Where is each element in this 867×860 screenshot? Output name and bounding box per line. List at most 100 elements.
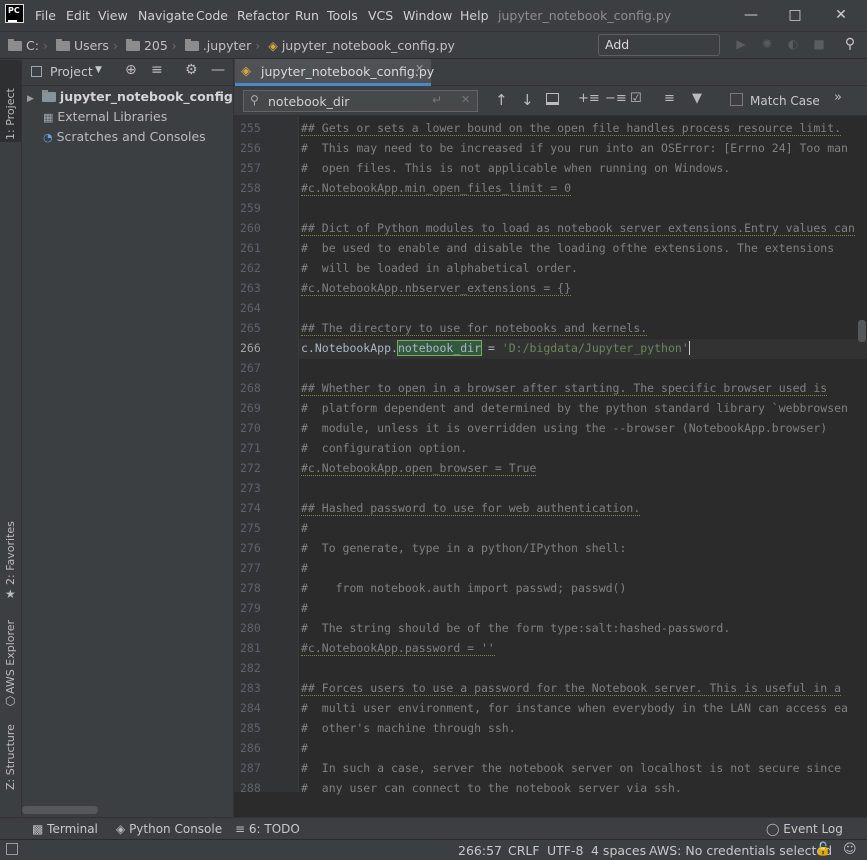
match-case-label: Match Case <box>750 94 820 108</box>
menu-refactor[interactable]: Refactor <box>237 8 289 23</box>
editor-tab-config[interactable]: ◈ jupyter_notebook_config.py ✕ <box>235 59 434 86</box>
code-line: # platform dependent and determined by t… <box>301 401 848 415</box>
open-in-window-icon[interactable] <box>546 93 559 105</box>
code-line: #c.NotebookApp.password = '' <box>301 641 495 656</box>
code-line: #c.NotebookApp.min_open_files_limit = 0 <box>301 181 572 196</box>
coverage-icon[interactable]: ◐ <box>786 37 800 51</box>
expand-arrow-icon[interactable]: ▶ <box>27 94 34 104</box>
breadcrumb-users[interactable]: Users <box>55 38 109 53</box>
project-horizontal-scrollbar[interactable] <box>22 806 98 814</box>
tool-windows-icon[interactable] <box>6 843 18 855</box>
editor-vertical-scrollbar[interactable] <box>855 116 867 792</box>
code-line: # <box>301 521 308 535</box>
add-configuration-button[interactable]: Add Configuration... <box>598 34 720 72</box>
tab-aws-explorer[interactable]: AWS Explorer <box>4 620 17 694</box>
code-line: # will be loaded in alphabetical order. <box>301 261 578 275</box>
todo-icon: ≡ <box>235 822 246 836</box>
menu-run[interactable]: Run <box>295 8 319 23</box>
select-all-occurrences-icon[interactable]: ☑ <box>630 91 642 106</box>
lock-icon[interactable]: 🔓 <box>815 842 831 857</box>
file-encoding[interactable]: UTF-8 <box>547 843 583 858</box>
aws-credentials[interactable]: AWS: No credentials selected <box>649 843 832 858</box>
code-line-text: ## Whether to open in a browser after st… <box>301 381 828 396</box>
add-selection-icon[interactable]: +≡ <box>578 91 600 106</box>
code-line: ## Gets or sets a lower bound on the ope… <box>301 121 842 136</box>
minimize-button[interactable]: — <box>740 6 762 24</box>
tree-item-label: Scratches and Consoles <box>56 129 206 144</box>
breadcrumb-file[interactable]: ◈ jupyter_notebook_config.py <box>268 38 455 53</box>
line-number: 263 <box>240 281 261 295</box>
chevron-right-icon: › <box>112 38 118 53</box>
filter-icon[interactable]: ▼ <box>692 91 702 106</box>
tree-item-external-libraries[interactable]: ▦ External Libraries <box>43 109 167 124</box>
tab-todo[interactable]: ≡ 6: TODO <box>235 822 300 836</box>
tab-favorites[interactable]: 2: Favorites <box>4 521 17 585</box>
search-icon: ⚲ <box>250 93 259 107</box>
tree-item-scratches[interactable]: ◔ Scratches and Consoles <box>43 129 206 144</box>
line-number: 282 <box>240 661 261 675</box>
scroll-thumb[interactable] <box>858 320 866 342</box>
menu-help[interactable]: Help <box>460 8 489 23</box>
line-number: 257 <box>240 161 261 175</box>
menu-tools[interactable]: Tools <box>327 8 358 23</box>
menu-window[interactable]: Window <box>403 8 452 23</box>
project-view-selector[interactable]: Project <box>50 64 93 79</box>
line-separator[interactable]: CRLF <box>508 843 540 858</box>
tab-structure[interactable]: Z: Structure <box>4 724 17 790</box>
folder-icon <box>8 39 22 51</box>
status-bar: 266:57 CRLF UTF-8 4 spaces AWS: No crede… <box>0 839 867 860</box>
star-icon: ★ <box>5 587 16 601</box>
previous-occurrence-icon[interactable]: ↑ <box>495 91 508 109</box>
collapse-all-icon[interactable]: ≡ <box>151 62 163 78</box>
breadcrumb-c[interactable]: C: <box>8 38 39 53</box>
breadcrumb-label: .jupyter <box>202 38 252 53</box>
close-window-button[interactable]: ✕ <box>830 6 852 24</box>
menu-vcs[interactable]: VCS <box>368 8 393 23</box>
more-options-icon[interactable]: » <box>834 90 842 105</box>
menu-navigate[interactable]: Navigate <box>138 8 194 23</box>
new-line-icon[interactable]: ↵ <box>432 93 442 107</box>
indent-setting[interactable]: 4 spaces <box>591 843 646 858</box>
run-icon[interactable]: ▶ <box>734 37 748 51</box>
maximize-button[interactable]: □ <box>784 6 806 24</box>
hide-panel-icon[interactable]: — <box>211 62 225 78</box>
match-case-checkbox[interactable] <box>730 93 743 106</box>
caret-position[interactable]: 266:57 <box>458 843 502 858</box>
close-tab-icon[interactable]: ✕ <box>415 62 424 75</box>
filter-options-icon[interactable]: ≡ <box>664 91 675 106</box>
pycharm-logo: PC <box>5 4 24 23</box>
search-everywhere-icon[interactable]: ⚲ <box>843 37 857 51</box>
tree-item-config-file[interactable]: ▶ jupyter_notebook_config.py C <box>27 89 267 104</box>
code-line-text: # <box>301 521 308 535</box>
tree-item-label: jupyter_notebook_config.py <box>59 89 255 104</box>
line-number: 280 <box>240 621 261 635</box>
tab-python-console[interactable]: ◈ Python Console <box>116 822 222 836</box>
tab-terminal[interactable]: ▩ Terminal <box>32 822 98 836</box>
tab-event-log[interactable]: ◯ Event Log <box>766 822 843 836</box>
stop-icon[interactable]: ■ <box>812 37 826 51</box>
menu-edit[interactable]: Edit <box>66 8 90 23</box>
python-file-icon: ◈ <box>241 64 251 79</box>
debug-icon[interactable]: ✺ <box>760 37 774 51</box>
clear-search-icon[interactable]: ✕ <box>461 93 470 106</box>
menu-code[interactable]: Code <box>196 8 228 23</box>
breadcrumb: C: › Users › 205 › .jupyter › ◈ jupyter_note… <box>8 38 455 53</box>
menu-view[interactable]: View <box>98 8 128 23</box>
gear-icon[interactable]: ⚙ <box>185 62 198 78</box>
tab-project[interactable]: 1: Project <box>4 88 17 140</box>
breadcrumb-205[interactable]: 205 <box>125 38 168 53</box>
breadcrumb-jupyter[interactable]: .jupyter <box>184 38 252 53</box>
code-line: #c.NotebookApp.nbserver_extensions = {} <box>301 281 572 296</box>
search-input[interactable]: ⚲ notebook_dir ↵ ✕ <box>243 90 478 112</box>
chevron-down-icon[interactable]: ▼ <box>95 65 102 75</box>
navigation-bar: C: › Users › 205 › .jupyter › ◈ jupyter_note… <box>0 31 867 72</box>
scratches-icon: ◔ <box>43 131 53 144</box>
code-line-text: # <box>301 741 308 755</box>
locate-icon[interactable]: ⊕ <box>125 62 137 78</box>
code-line: # In such a case, server the notebook se… <box>301 761 841 775</box>
inspector-icon[interactable]: ☺ <box>843 842 857 857</box>
menu-file[interactable]: File <box>35 8 56 23</box>
code-line: # The string should be of the form type:… <box>301 621 730 635</box>
next-occurrence-icon[interactable]: ↓ <box>521 91 534 109</box>
remove-selection-icon[interactable]: −≡ <box>605 91 627 106</box>
